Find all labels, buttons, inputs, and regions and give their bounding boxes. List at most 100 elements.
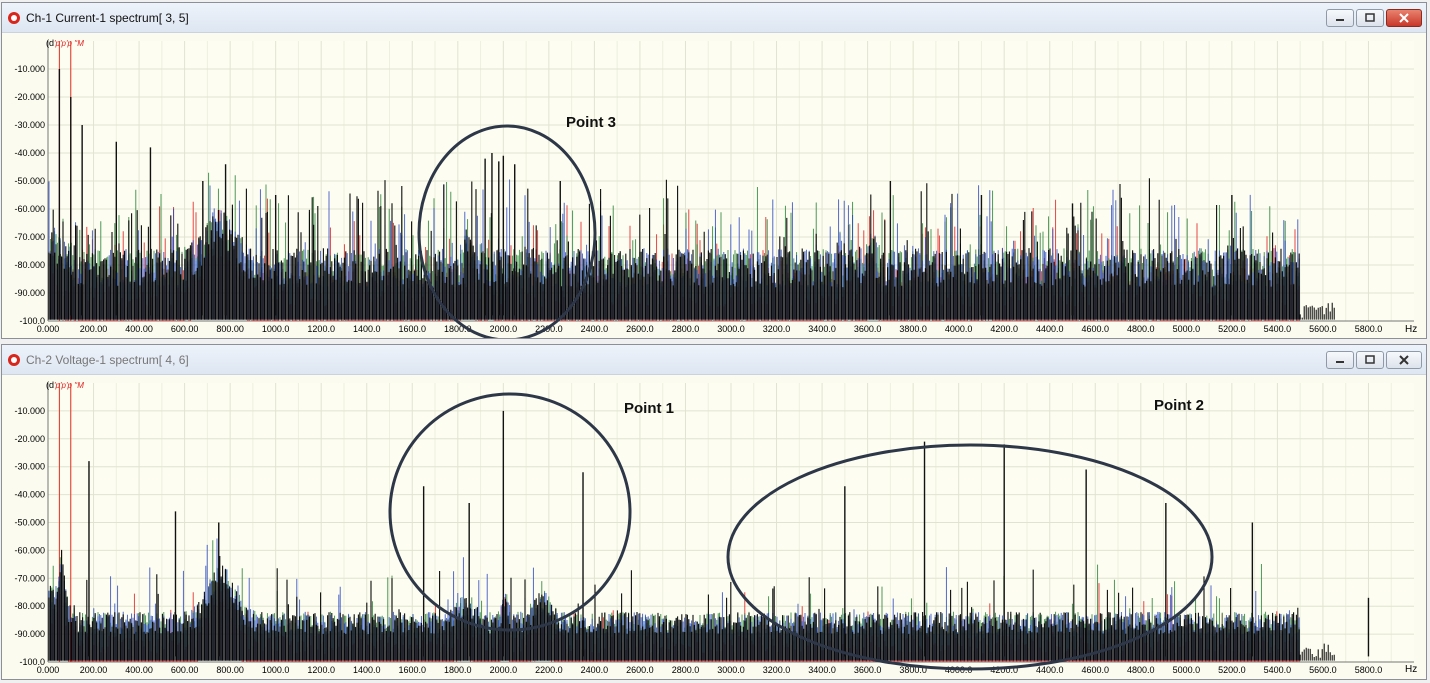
x-tick-label: 4600.0: [1082, 324, 1110, 334]
x-tick-label: 4400.0: [1036, 324, 1064, 334]
x-tick-label: 400.00: [125, 324, 153, 334]
window-title: Ch-2 Voltage-1 spectrum[ 4, 6]: [26, 353, 189, 367]
x-tick-label: 1200.0: [307, 324, 335, 334]
x-tick-label: 200.00: [80, 665, 108, 675]
maximize-icon: [1365, 355, 1375, 364]
x-tick-label: 3000.0: [717, 665, 745, 675]
y-tick-label: -30.000: [14, 120, 45, 130]
close-button[interactable]: [1386, 9, 1422, 27]
y-tick-label: -60.000: [14, 204, 45, 214]
x-tick-label: 3000.0: [717, 324, 745, 334]
x-tick-label: 4200.0: [990, 324, 1018, 334]
x-tick-label: 1000.0: [262, 324, 290, 334]
x-tick-label: 3400.0: [808, 665, 836, 675]
x-unit-label: Hz: [1405, 664, 1417, 675]
current-spectrum-plot[interactable]: (d 'p'p'p 'ʹM Point 3 Hz -10.000 -20.000 -…: [2, 34, 1426, 338]
x-tick-label: 2800.0: [672, 324, 700, 334]
x-tick-label: 3600.0: [854, 324, 882, 334]
y-tick-label: -90.000: [14, 629, 45, 639]
x-tick-label: 2800.0: [672, 665, 700, 675]
y-tick-label: -80.000: [14, 601, 45, 611]
x-tick-label: 2400.0: [581, 665, 609, 675]
x-tick-label: 800.00: [216, 324, 244, 334]
maximize-button[interactable]: [1356, 9, 1384, 27]
x-tick-label: 600.00: [171, 665, 199, 675]
x-tick-label: 200.00: [80, 324, 108, 334]
minimize-icon: [1336, 361, 1344, 363]
x-tick-label: 4800.0: [1127, 665, 1155, 675]
y-unit-label: (d: [46, 380, 54, 390]
current-spectrum-window[interactable]: Ch-1 Current-1 spectrum[ 3, 5] (d 'p'p'p…: [1, 2, 1427, 339]
y-tick-label: -90.000: [14, 288, 45, 298]
app-logo-icon: [8, 354, 20, 366]
minimize-button[interactable]: [1326, 9, 1354, 27]
y-tick-label: -10.000: [14, 64, 45, 74]
x-tick-label: 4400.0: [1036, 665, 1064, 675]
y-tick-label: -80.000: [14, 260, 45, 270]
x-tick-label: 1600.0: [399, 324, 427, 334]
x-tick-label: 5200.0: [1218, 665, 1246, 675]
current-spectrum-titlebar[interactable]: Ch-1 Current-1 spectrum[ 3, 5]: [2, 3, 1426, 33]
x-tick-label: 3200.0: [763, 324, 791, 334]
x-tick-label: 1600.0: [399, 665, 427, 675]
y-tick-label: -50.000: [14, 518, 45, 528]
close-icon: [1399, 13, 1409, 23]
x-tick-label: 5000.0: [1173, 665, 1201, 675]
x-tick-label: 4800.0: [1127, 324, 1155, 334]
close-button[interactable]: [1386, 351, 1422, 369]
point-3-label: Point 3: [566, 114, 616, 131]
close-icon: [1399, 355, 1409, 365]
window-title: Ch-1 Current-1 spectrum[ 3, 5]: [26, 11, 189, 25]
x-tick-label: 5800.0: [1355, 324, 1383, 334]
y-unit-label: (d: [46, 38, 54, 48]
x-tick-label: 5200.0: [1218, 324, 1246, 334]
y-tick-label: -30.000: [14, 462, 45, 472]
voltage-spectrum-window[interactable]: Ch-2 Voltage-1 spectrum[ 4, 6] (d 'p'p'p…: [1, 344, 1427, 680]
x-tick-label: 3200.0: [763, 665, 791, 675]
point-1-label: Point 1: [624, 400, 674, 417]
x-tick-label: 1000.0: [262, 665, 290, 675]
minimize-icon: [1336, 19, 1344, 21]
x-tick-label: 0.000: [37, 324, 60, 334]
x-tick-label: 800.00: [216, 665, 244, 675]
marker-labels: 'p'p'p 'ʹM: [54, 39, 84, 48]
x-tick-label: 2000.0: [490, 665, 518, 675]
x-tick-label: 1400.0: [353, 324, 381, 334]
x-tick-label: 1800.0: [444, 665, 472, 675]
x-tick-label: 2000.0: [490, 324, 518, 334]
x-unit-label: Hz: [1405, 324, 1417, 335]
y-tick-label: -50.000: [14, 176, 45, 186]
y-tick-label: -40.000: [14, 490, 45, 500]
x-tick-label: 2400.0: [581, 324, 609, 334]
x-tick-label: 3600.0: [854, 665, 882, 675]
x-tick-label: 5400.0: [1264, 665, 1292, 675]
app-logo-icon: [8, 12, 20, 24]
x-tick-label: 600.00: [171, 324, 199, 334]
voltage-spectrum-titlebar[interactable]: Ch-2 Voltage-1 spectrum[ 4, 6]: [2, 345, 1426, 375]
minimize-button[interactable]: [1326, 351, 1354, 369]
x-tick-label: 1200.0: [307, 665, 335, 675]
y-tick-label: -70.000: [14, 573, 45, 583]
y-tick-label: -40.000: [14, 148, 45, 158]
x-tick-label: 0.000: [37, 665, 60, 675]
y-tick-label: -70.000: [14, 232, 45, 242]
point-2-label: Point 2: [1154, 397, 1204, 414]
x-tick-label: 5000.0: [1173, 324, 1201, 334]
y-tick-label: -20.000: [14, 434, 45, 444]
maximize-icon: [1365, 13, 1375, 22]
x-tick-label: 1400.0: [353, 665, 381, 675]
x-tick-label: 3400.0: [808, 324, 836, 334]
x-tick-label: 3800.0: [899, 324, 927, 334]
y-tick-label: -60.000: [14, 545, 45, 555]
maximize-button[interactable]: [1356, 351, 1384, 369]
y-tick-label: -10.000: [14, 406, 45, 416]
x-tick-label: 400.00: [125, 665, 153, 675]
marker-labels: 'p'p'p 'ʹM: [54, 381, 84, 390]
x-tick-label: 5600.0: [1309, 665, 1337, 675]
x-tick-label: 2200.0: [535, 665, 563, 675]
voltage-spectrum-plot[interactable]: (d 'p'p'p 'ʹM Point 1 Point 2 Hz -10.000…: [2, 376, 1426, 679]
x-tick-label: 5800.0: [1355, 665, 1383, 675]
y-tick-label: -20.000: [14, 92, 45, 102]
x-tick-label: 2600.0: [626, 665, 654, 675]
x-tick-label: 4600.0: [1082, 665, 1110, 675]
